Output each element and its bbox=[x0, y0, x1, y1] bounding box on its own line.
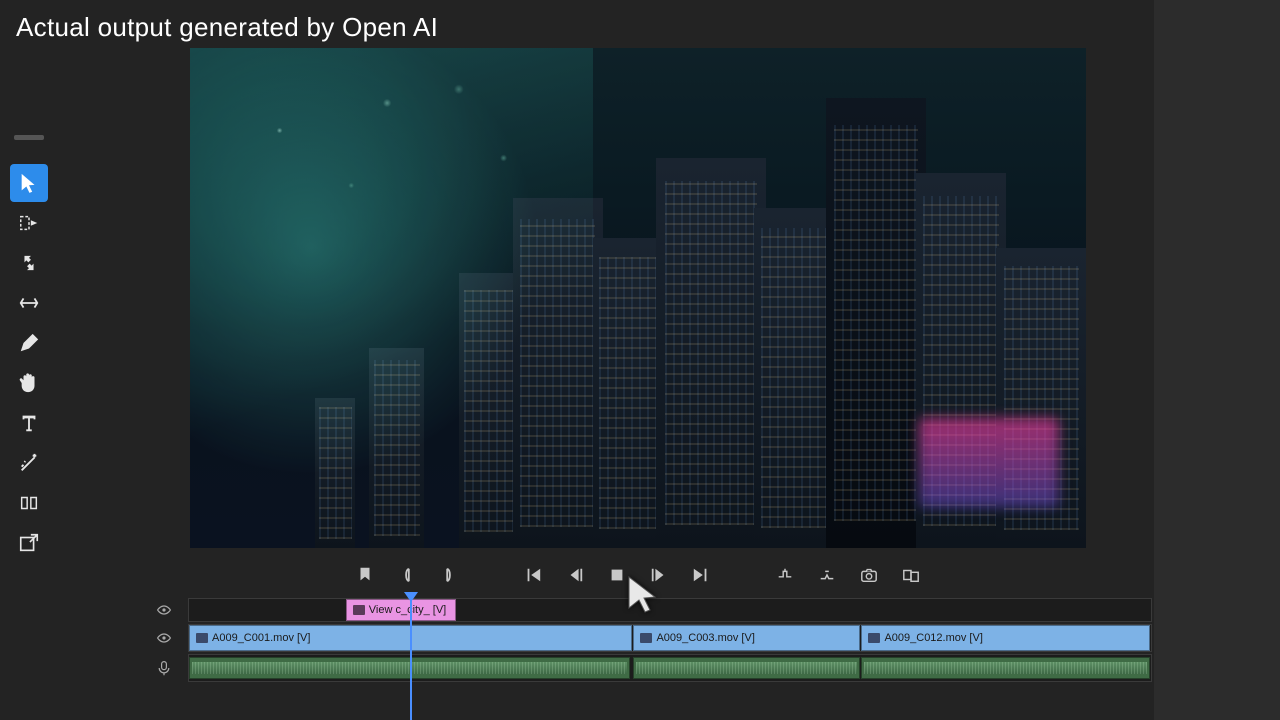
track-v1-row: A009_C001.mov [V] A009_C003.mov [V] A009… bbox=[140, 624, 1152, 652]
wand-icon bbox=[18, 452, 40, 474]
program-monitor[interactable] bbox=[190, 48, 1086, 548]
tools-panel bbox=[4, 135, 54, 562]
eye-icon bbox=[156, 602, 172, 618]
panel-grip[interactable] bbox=[14, 135, 44, 140]
hand-tool[interactable] bbox=[10, 364, 48, 402]
go-to-out-button[interactable] bbox=[691, 565, 711, 585]
hand-icon bbox=[18, 372, 40, 394]
rate-stretch-tool[interactable] bbox=[10, 284, 48, 322]
export-frame-tool[interactable] bbox=[10, 524, 48, 562]
track-v1-toggle[interactable] bbox=[140, 624, 188, 652]
track-a1[interactable] bbox=[188, 654, 1152, 682]
export-icon bbox=[18, 532, 40, 554]
clip-audio[interactable] bbox=[633, 657, 859, 679]
selection-tool[interactable] bbox=[10, 164, 48, 202]
clip-title[interactable]: View c_city_ [V] bbox=[346, 599, 457, 621]
pen-tool[interactable] bbox=[10, 324, 48, 362]
clip-video[interactable]: A009_C012.mov [V] bbox=[861, 625, 1150, 651]
fx-badge-icon bbox=[868, 633, 880, 643]
clip-label: A009_C001.mov [V] bbox=[212, 632, 310, 644]
mark-in-icon bbox=[398, 566, 416, 584]
remix-tool[interactable] bbox=[10, 444, 48, 482]
edit-tool[interactable] bbox=[10, 484, 48, 522]
snapshot-button[interactable] bbox=[859, 565, 879, 585]
type-tool[interactable] bbox=[10, 404, 48, 442]
fx-badge-icon bbox=[353, 605, 365, 615]
lift-button[interactable] bbox=[775, 565, 795, 585]
marker-icon bbox=[356, 566, 374, 584]
track-a1-row bbox=[140, 654, 1152, 682]
track-v1[interactable]: A009_C001.mov [V] A009_C003.mov [V] A009… bbox=[188, 624, 1152, 652]
track-select-icon bbox=[18, 212, 40, 234]
extract-icon bbox=[818, 566, 836, 584]
overlay-caption: Actual output generated by Open AI bbox=[16, 12, 438, 43]
clip-label: View c_city_ [V] bbox=[369, 604, 446, 616]
clip-video[interactable]: A009_C003.mov [V] bbox=[633, 625, 859, 651]
fx-badge-icon bbox=[196, 633, 208, 643]
track-select-forward-tool[interactable] bbox=[10, 204, 48, 242]
add-marker-button[interactable] bbox=[355, 565, 375, 585]
edit-group-icon bbox=[18, 492, 40, 514]
clip-label: A009_C012.mov [V] bbox=[884, 632, 982, 644]
clip-audio[interactable] bbox=[861, 657, 1150, 679]
track-v2[interactable]: View c_city_ [V] bbox=[188, 598, 1152, 622]
extract-button[interactable] bbox=[817, 565, 837, 585]
mark-out-button[interactable] bbox=[439, 565, 459, 585]
mic-icon bbox=[156, 660, 172, 676]
eye-icon bbox=[156, 630, 172, 646]
waveform bbox=[636, 662, 856, 674]
waveform bbox=[864, 662, 1147, 674]
type-icon bbox=[18, 412, 40, 434]
comparison-view-button[interactable] bbox=[901, 565, 921, 585]
pen-icon bbox=[18, 332, 40, 354]
cursor-pointer-icon bbox=[624, 574, 664, 614]
fx-badge-icon bbox=[640, 633, 652, 643]
rate-stretch-icon bbox=[18, 292, 40, 314]
ripple-edit-tool[interactable] bbox=[10, 244, 48, 282]
compare-icon bbox=[902, 566, 920, 584]
playhead[interactable] bbox=[410, 594, 412, 720]
lift-icon bbox=[776, 566, 794, 584]
step-back-icon bbox=[566, 566, 584, 584]
preview-frame bbox=[190, 48, 1086, 548]
step-back-button[interactable] bbox=[565, 565, 585, 585]
track-v2-toggle[interactable] bbox=[140, 598, 188, 622]
clip-label: A009_C003.mov [V] bbox=[656, 632, 754, 644]
mark-in-button[interactable] bbox=[397, 565, 417, 585]
right-panel bbox=[1154, 0, 1280, 720]
go-in-icon bbox=[524, 566, 542, 584]
go-out-icon bbox=[692, 566, 710, 584]
track-a1-toggle[interactable] bbox=[140, 654, 188, 682]
mark-out-icon bbox=[440, 566, 458, 584]
ripple-icon bbox=[18, 252, 40, 274]
pointer-icon bbox=[18, 172, 40, 194]
camera-icon bbox=[860, 566, 878, 584]
go-to-in-button[interactable] bbox=[523, 565, 543, 585]
